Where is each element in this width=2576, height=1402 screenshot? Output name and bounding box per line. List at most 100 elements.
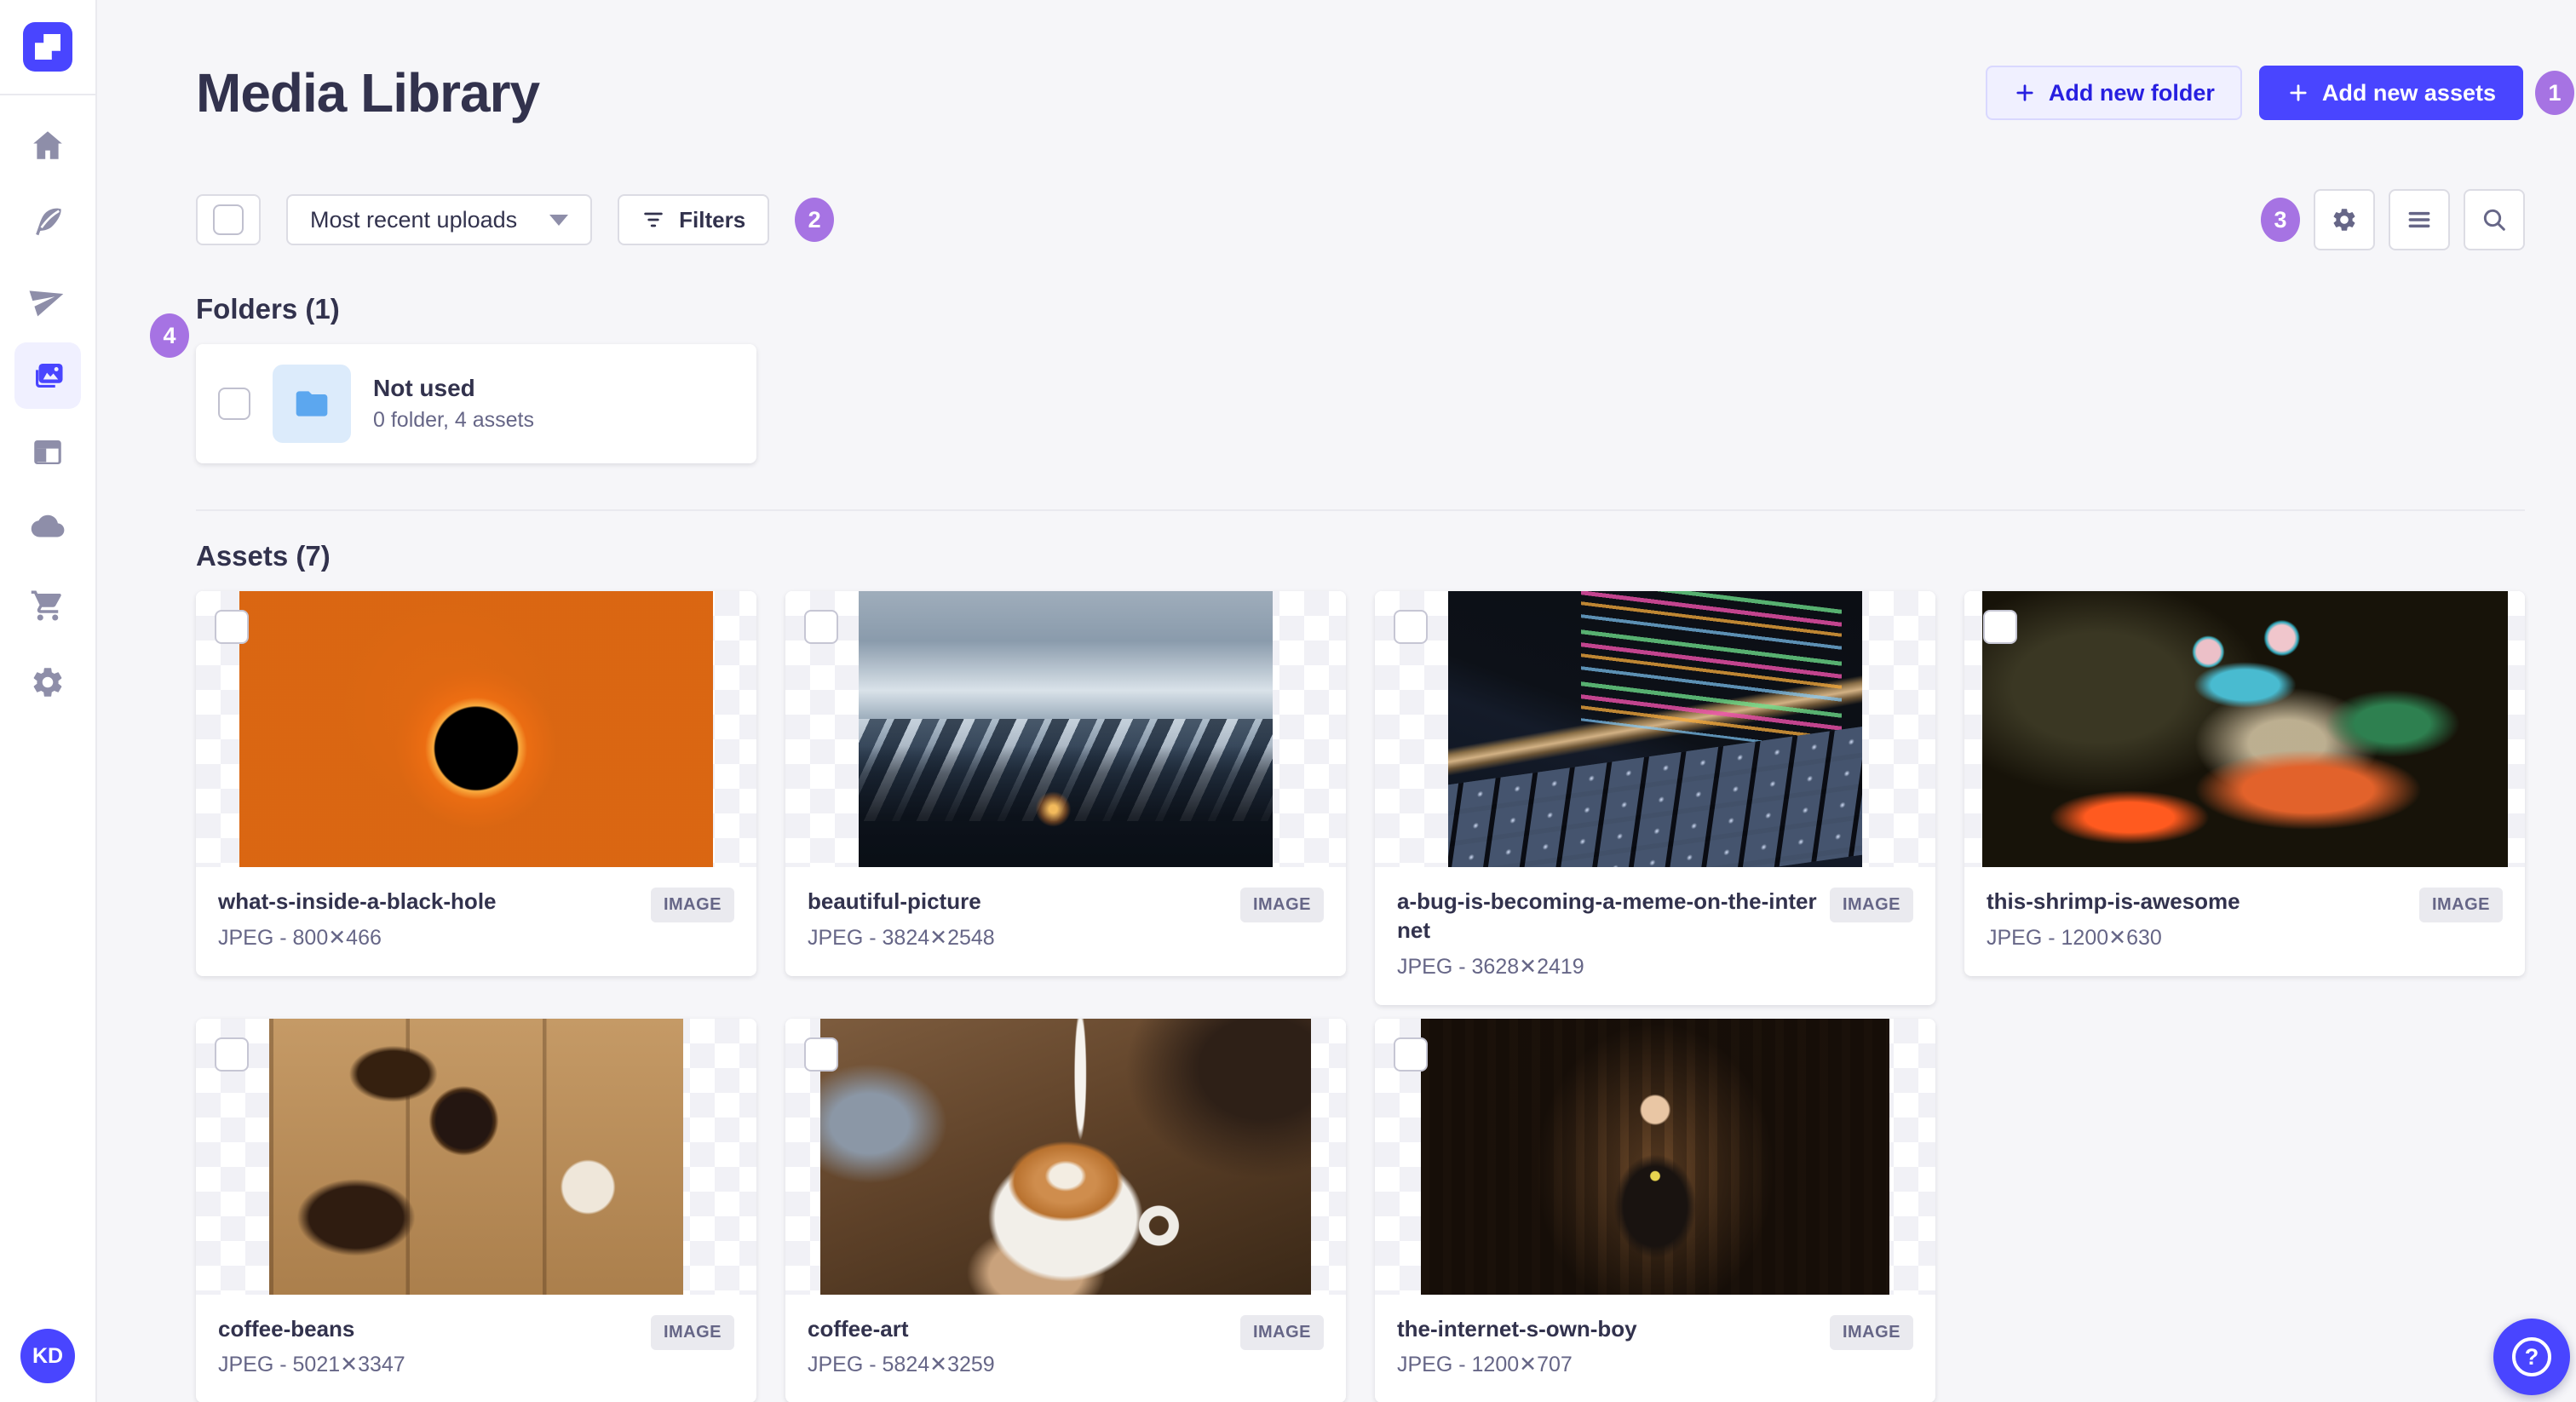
settings-icon (2333, 209, 2355, 231)
folder-meta: 0 folder, 4 assets (373, 408, 535, 432)
search-button[interactable] (2464, 189, 2525, 250)
asset-thumbnail (785, 1018, 1346, 1295)
list-view-button[interactable] (2389, 189, 2450, 250)
asset-type-badge: IMAGE (1829, 1314, 1913, 1350)
asset-name: beautiful-picture (808, 888, 981, 914)
sidebar-item-content-manager[interactable] (0, 184, 95, 261)
toolbar-left: Most recent uploads Filters 2 (196, 194, 835, 245)
annotation-badge-4: 4 (150, 313, 189, 358)
asset-card-footer: this-shrimp-is-awesome JPEG - 1200✕630 I… (1964, 867, 2525, 976)
sidebar-item-releases[interactable] (0, 261, 95, 337)
folder-checkbox[interactable] (218, 388, 250, 420)
asset-card-footer: coffee-beans JPEG - 5021✕3347 IMAGE (196, 1295, 756, 1402)
feather-icon (36, 208, 61, 236)
view-settings-button[interactable] (2314, 189, 2375, 250)
asset-image-black-hole (239, 591, 713, 867)
asset-checkbox[interactable] (215, 1037, 249, 1072)
asset-checkbox[interactable] (215, 610, 249, 644)
sidebar-nav (0, 95, 95, 721)
user-avatar[interactable]: KD (20, 1329, 75, 1383)
filters-button[interactable]: Filters (618, 194, 770, 245)
asset-image-coffee-beans (269, 1018, 683, 1295)
asset-checkbox[interactable] (804, 1037, 838, 1072)
filter-icon (644, 212, 663, 227)
main-content: Media Library Add new folder Add new ass… (97, 0, 2576, 1402)
asset-card[interactable]: what-s-inside-a-black-hole JPEG - 800✕46… (196, 591, 756, 976)
asset-name: the-internet-s-own-boy (1397, 1315, 1637, 1342)
strapi-logo-icon (35, 34, 60, 60)
layout-icon (34, 440, 61, 464)
asset-card[interactable]: beautiful-picture JPEG - 3824✕2548 IMAGE (785, 591, 1346, 976)
user-initials: KD (32, 1343, 64, 1368)
header-actions: Add new folder Add new assets 1 (1985, 66, 2574, 120)
cart-icon (31, 590, 61, 621)
asset-thumbnail (196, 1018, 756, 1295)
sidebar-item-home[interactable] (0, 107, 95, 184)
asset-name: coffee-art (808, 1315, 909, 1342)
sidebar-item-content-type-builder[interactable] (0, 414, 95, 491)
asset-name: coffee-beans (218, 1315, 355, 1342)
asset-type-badge: IMAGE (650, 888, 734, 922)
asset-meta: JPEG - 5021✕3347 (218, 1353, 405, 1377)
asset-thumbnail (1375, 1018, 1935, 1295)
add-new-folder-button[interactable]: Add new folder (1985, 66, 2242, 120)
asset-card[interactable]: this-shrimp-is-awesome JPEG - 1200✕630 I… (1964, 591, 2525, 976)
asset-card-footer: what-s-inside-a-black-hole JPEG - 800✕46… (196, 867, 756, 976)
asset-checkbox[interactable] (1983, 610, 2017, 644)
asset-checkbox[interactable] (804, 610, 838, 644)
asset-card[interactable]: coffee-beans JPEG - 5021✕3347 IMAGE (196, 1018, 756, 1402)
sidebar-item-marketplace[interactable] (0, 567, 95, 644)
asset-checkbox[interactable] (1394, 1037, 1428, 1072)
question-mark-icon: ? (2512, 1337, 2551, 1376)
asset-type-badge: IMAGE (1829, 888, 1913, 922)
home-icon (33, 131, 62, 159)
help-button[interactable]: ? (2493, 1319, 2570, 1395)
folder-info: Not used 0 folder, 4 assets (373, 375, 534, 433)
sort-select-value: Most recent uploads (310, 206, 518, 233)
asset-card-footer: beautiful-picture JPEG - 3824✕2548 IMAGE (785, 867, 1346, 976)
asset-image-shrimp (1981, 591, 2508, 867)
asset-type-badge: IMAGE (650, 1314, 734, 1350)
asset-type-badge: IMAGE (1239, 1314, 1324, 1350)
select-all-checkbox[interactable] (213, 204, 244, 235)
search-icon (2483, 209, 2505, 231)
cloud-icon (31, 514, 65, 537)
assets-heading: Assets (7) (196, 540, 331, 572)
asset-checkbox[interactable] (1394, 610, 1428, 644)
select-all-checkbox-button[interactable] (196, 194, 261, 245)
asset-thumbnail (196, 591, 756, 867)
plus-icon (2290, 84, 2307, 101)
sidebar-item-settings[interactable] (0, 644, 95, 721)
sidebar-item-deploy[interactable] (0, 491, 95, 567)
sort-select[interactable]: Most recent uploads (286, 194, 593, 245)
asset-card-footer: a-bug-is-becoming-a-meme-on-the-internet… (1375, 867, 1935, 1005)
plus-icon (2016, 84, 2033, 101)
folders-heading: Folders (1) (196, 293, 340, 325)
asset-card[interactable]: coffee-art JPEG - 5824✕3259 IMAGE (785, 1018, 1346, 1402)
page-header: Media Library Add new folder Add new ass… (196, 61, 2574, 124)
asset-card[interactable]: a-bug-is-becoming-a-meme-on-the-internet… (1375, 591, 1935, 1005)
add-new-assets-button[interactable]: Add new assets (2258, 66, 2523, 120)
toolbar: Most recent uploads Filters 2 3 (196, 189, 2525, 250)
asset-card-footer: coffee-art JPEG - 5824✕3259 IMAGE (785, 1295, 1346, 1402)
asset-image-laptop-code (1448, 591, 1862, 867)
selected-item-highlight (14, 342, 81, 409)
sidebar-item-media-library[interactable] (0, 337, 95, 414)
annotation-badge-1: 1 (2535, 71, 2574, 115)
asset-meta: JPEG - 1200✕707 (1397, 1353, 1573, 1377)
chevron-down-icon (549, 214, 569, 226)
asset-card[interactable]: the-internet-s-own-boy JPEG - 1200✕707 I… (1375, 1018, 1935, 1402)
asset-name: this-shrimp-is-awesome (1987, 888, 2240, 914)
toolbar-right: 3 (2261, 189, 2525, 250)
asset-meta: JPEG - 5824✕3259 (808, 1353, 995, 1377)
add-new-assets-label: Add new assets (2321, 79, 2496, 106)
asset-card-footer: the-internet-s-own-boy JPEG - 1200✕707 I… (1375, 1295, 1935, 1402)
media-library-icon (36, 364, 63, 388)
paper-plane-icon (29, 290, 64, 317)
asset-type-badge: IMAGE (2418, 888, 2503, 922)
sidebar: KD (0, 0, 97, 1402)
app-logo[interactable] (23, 22, 72, 72)
asset-thumbnail (1375, 591, 1935, 867)
folder-card[interactable]: Not used 0 folder, 4 assets (196, 344, 756, 463)
asset-thumbnail (785, 591, 1346, 867)
